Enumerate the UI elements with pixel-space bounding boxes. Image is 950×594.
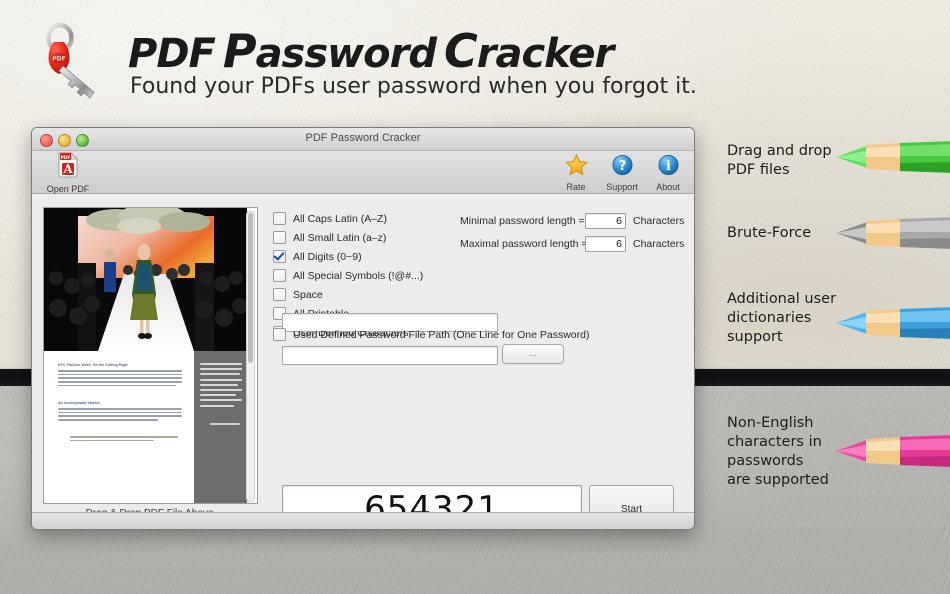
rate-label: Rate (566, 182, 586, 192)
window-toolbar: PDF A Open PDF Rate ? Support i About (32, 151, 694, 194)
preview-scrollbar[interactable] (246, 211, 255, 502)
pencil-grey-icon (836, 217, 950, 249)
checkbox-label-all-small-latin: All Small Latin (a–z) (293, 231, 387, 244)
brand-title-racker: racker (476, 31, 614, 77)
pdf-document-icon: PDF A (58, 152, 78, 178)
annotation-label-brute-force: Brute-Force (727, 225, 812, 241)
doc-paragraph-2 (58, 408, 182, 423)
question-mark-icon: ? (611, 154, 633, 176)
annotation-label-drag-and-drop: Drag and drop PDF files (727, 143, 832, 178)
maximal-length-unit: Characters (633, 237, 685, 250)
star-icon (564, 153, 588, 176)
rate-button[interactable]: Rate (558, 153, 594, 192)
checkbox-box-all-small-latin[interactable] (273, 231, 286, 244)
checkbox-space[interactable]: Space (273, 288, 683, 301)
maximal-length-input[interactable]: 6 (585, 235, 626, 252)
support-label: Support (606, 182, 638, 192)
pencil-blue-icon (836, 307, 950, 339)
svg-text:A: A (62, 162, 73, 176)
doc-heading-2: An Incomparable Market (58, 401, 100, 405)
brand-subtitle: Found your PDFs user password when you f… (130, 74, 697, 99)
pencil-green-icon (836, 141, 950, 173)
annotation-non-english: Non-English characters in passwords are … (727, 414, 829, 490)
minimal-length-label: Minimal password length = (460, 214, 585, 227)
password-length-group: Minimal password length = 6 Characters M… (460, 212, 690, 258)
red-key-logo-icon: PDF (46, 22, 95, 99)
charset-options-group: All Caps Latin (A–Z) All Small Latin (a–… (273, 212, 684, 345)
minimal-length-row: Minimal password length = 6 Characters (460, 212, 690, 229)
checkbox-label-space: Space (293, 288, 323, 301)
brand-title: PDF Password Cracker (128, 24, 614, 78)
pdf-preview-pane[interactable]: NYC Fashion Week: On the Cutting Edge An… (43, 207, 258, 504)
doc-paragraph-1 (58, 370, 182, 388)
annotation-drag-and-drop: Drag and drop PDF files (727, 142, 832, 180)
svg-text:i: i (666, 159, 671, 174)
brand-title-assword: assword (255, 31, 437, 77)
pdf-preview-photo (44, 208, 247, 351)
password-file-path-input[interactable] (282, 346, 498, 365)
maximal-length-row: Maximal password length = 6 Characters (460, 235, 690, 252)
about-label: About (656, 182, 680, 192)
preview-scrollbar-thumb[interactable] (248, 213, 253, 363)
pencil-pink-icon (836, 435, 950, 467)
info-icon: i (657, 154, 679, 176)
checkbox-label-all-digits: All Digits (0~9) (293, 250, 362, 263)
doc-heading-1: NYC Fashion Week: On the Cutting Edge (58, 363, 128, 367)
checkbox-label-all-caps-latin: All Caps Latin (A–Z) (293, 212, 387, 225)
doc-caption (70, 436, 178, 443)
app-window: PDF Password Cracker PDF A Open PDF Rate… (31, 127, 695, 530)
browse-file-button[interactable]: ... (502, 344, 564, 364)
minimal-length-unit: Characters (633, 214, 685, 227)
open-pdf-label: Open PDF (46, 184, 90, 194)
toolbar-right-group: Rate ? Support i About (558, 153, 686, 192)
annotation-label-dictionaries: Additional user dictionaries support (727, 291, 837, 345)
doc-pullquote-sidebar (194, 351, 247, 503)
checkbox-label-user-defined-password-file: Used Defined Password File Path (One Lin… (293, 328, 590, 341)
dictionary-file-group: Used Defined Password File Path (One Lin… (273, 328, 693, 365)
checkbox-box-all-caps-latin[interactable] (273, 212, 286, 225)
page-header: PDF PDF Password Cracker Found your PDFs u… (0, 0, 950, 120)
annotation-dictionaries: Additional user dictionaries support (727, 290, 836, 347)
checkbox-box-user-defined-password-file[interactable] (273, 328, 286, 341)
annotation-brute-force: Brute-Force (727, 224, 811, 243)
checkbox-box-all-special-symbols[interactable] (273, 269, 286, 282)
checkbox-box-all-digits[interactable] (273, 250, 286, 263)
svg-text:PDF: PDF (61, 155, 71, 161)
window-title: PDF Password Cracker (305, 132, 421, 144)
minimal-length-input[interactable]: 6 (585, 212, 626, 229)
checkbox-user-defined-password-file[interactable]: Used Defined Password File Path (One Lin… (273, 328, 693, 341)
checkbox-all-special-symbols[interactable]: All Special Symbols (!@#...) (273, 269, 683, 282)
brand-title-p: P (222, 24, 257, 78)
open-pdf-button[interactable]: PDF A Open PDF (40, 152, 96, 194)
brand-title-c: C (443, 24, 478, 78)
checkbox-label-all-special-symbols: All Special Symbols (!@#...) (293, 269, 424, 282)
svg-text:PDF: PDF (52, 56, 65, 63)
checkbox-box-space[interactable] (273, 288, 286, 301)
brand-title-pdf: PDF (128, 31, 216, 77)
svg-text:?: ? (618, 159, 626, 174)
window-statusbar (32, 512, 694, 529)
maximal-length-label: Maximal password length = (460, 237, 588, 250)
window-content: NYC Fashion Week: On the Cutting Edge An… (32, 194, 694, 529)
window-titlebar: PDF Password Cracker (32, 128, 694, 151)
annotation-label-non-english: Non-English characters in passwords are … (727, 415, 829, 488)
pdf-preview-document-page: NYC Fashion Week: On the Cutting Edge An… (44, 351, 247, 503)
about-button[interactable]: i About (650, 153, 686, 192)
support-button[interactable]: ? Support (604, 153, 640, 192)
